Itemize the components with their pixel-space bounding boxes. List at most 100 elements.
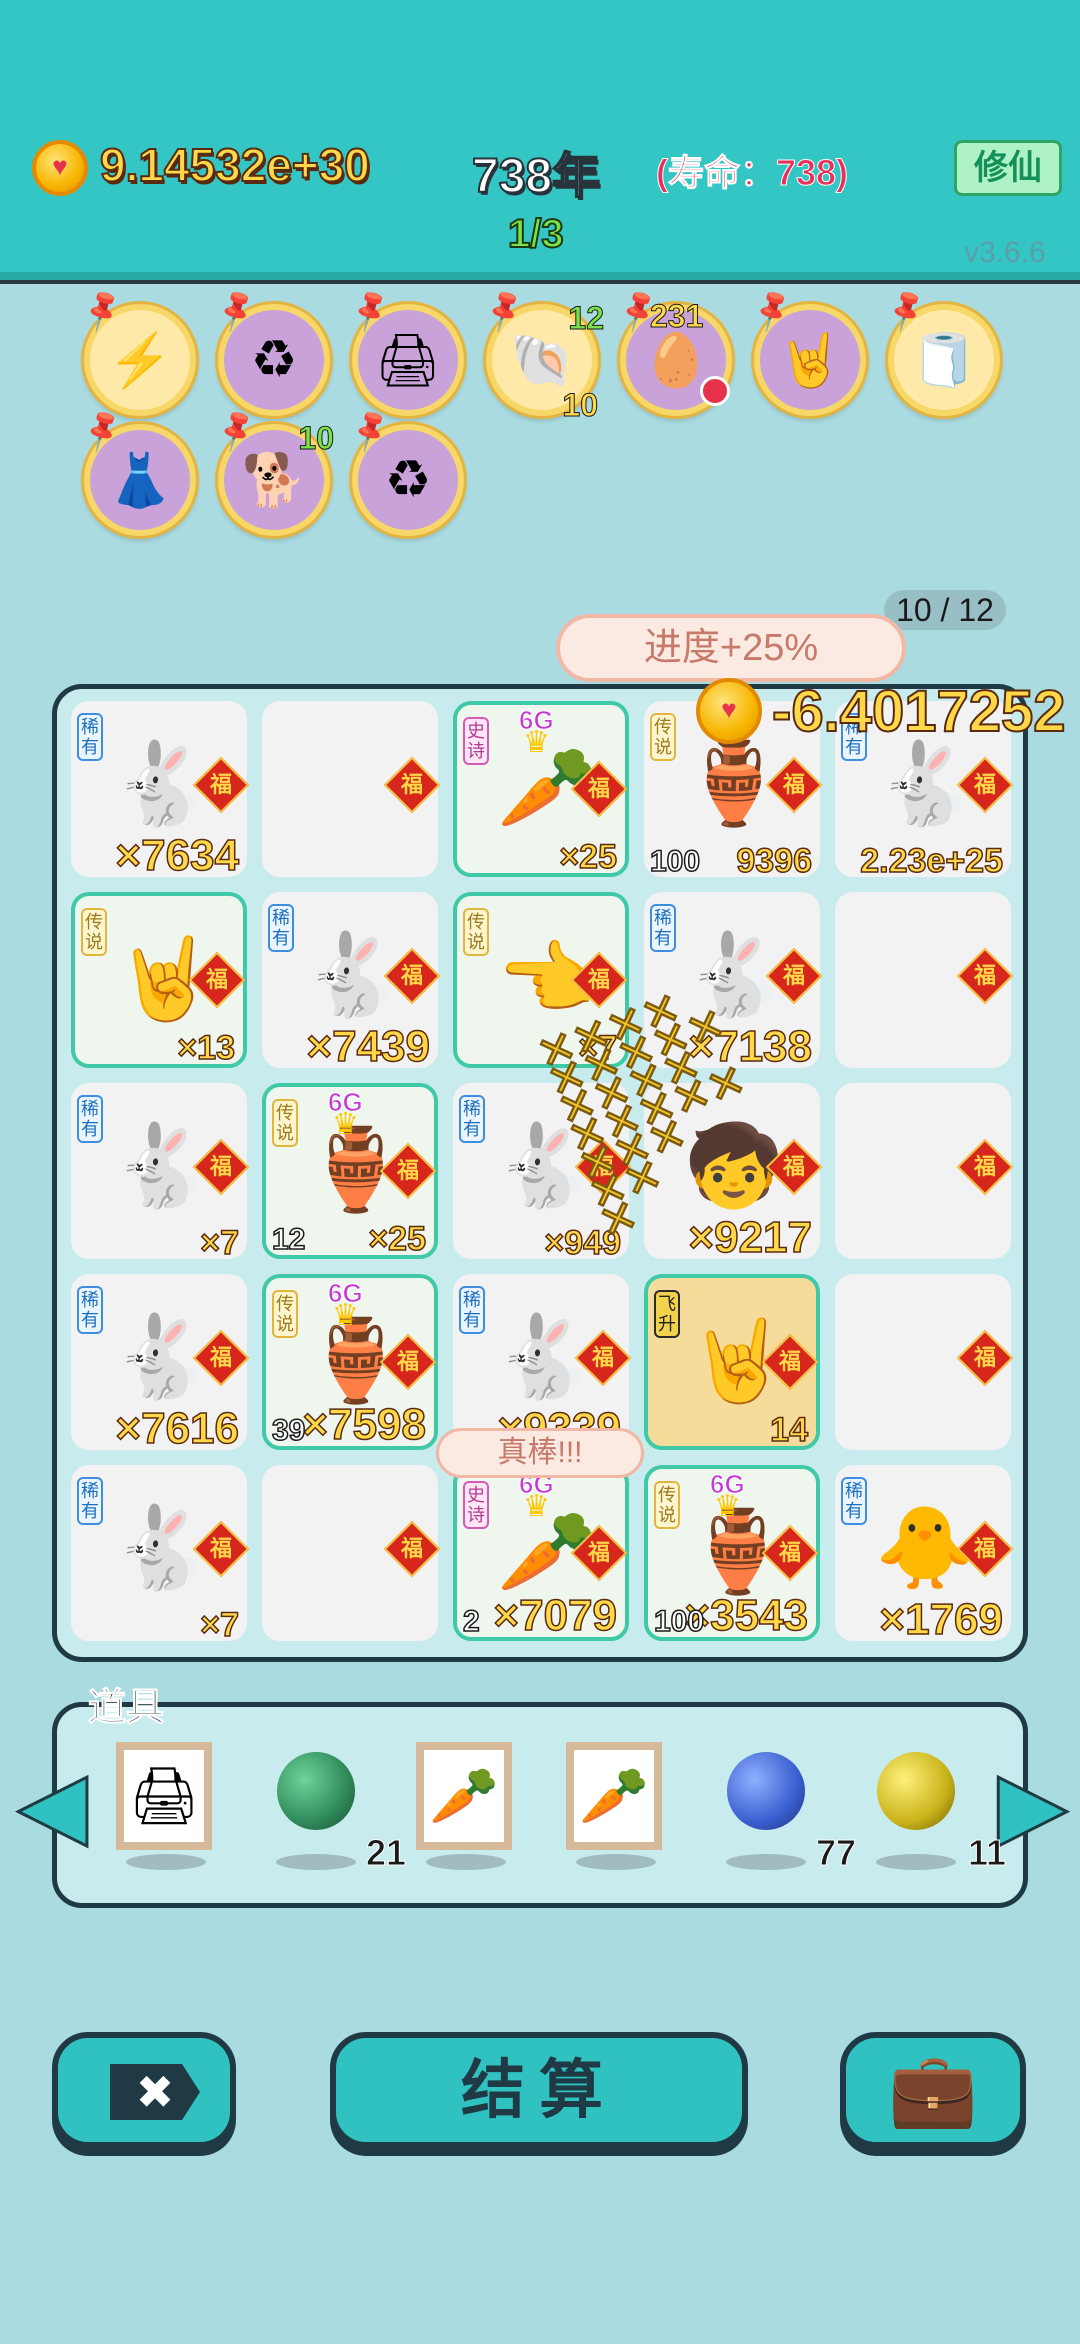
pin-icon: 📌 [748, 286, 798, 335]
board-cell[interactable]: 稀有 🐇 福 ×7 [71, 1465, 250, 1645]
printer-card-icon: 🖨 [116, 1742, 212, 1850]
pin-icon: 📌 [212, 286, 262, 335]
skill-shell[interactable]: 📌 🐚 12 10 [480, 287, 604, 424]
green-ball-icon [277, 1752, 355, 1830]
skill-egg-tray[interactable]: 📌 🥚 231 [614, 287, 732, 416]
prop-item[interactable]: 21 [266, 1742, 407, 1874]
cultivate-button[interactable]: 修仙 [954, 140, 1062, 196]
fortune-badge-label: 福 [973, 1536, 996, 1561]
board-cell[interactable]: 传说 🏺 6G ♛ 福 ×3543 100 [644, 1465, 820, 1641]
multiplier-label: ×7 [199, 1605, 239, 1645]
rarity-tag: 稀有 [77, 1286, 103, 1334]
skill-recycle[interactable]: 📌 ♻ [212, 287, 330, 416]
board-cell[interactable]: 稀有🐇福×9339 [453, 1274, 632, 1454]
fortune-badge-label: 福 [587, 776, 610, 801]
skill-count-bottom: 10 [562, 387, 599, 424]
board-cell[interactable]: 福 [835, 892, 1014, 1068]
fortune-badge-label: 福 [778, 1349, 801, 1374]
pin-icon: 📌 [882, 286, 932, 335]
prop-shadow [876, 1854, 956, 1870]
blue-ball-icon [727, 1752, 805, 1830]
fortune-badge-icon: 福 [383, 756, 441, 814]
carrot-card-icon: 🥕 [566, 1742, 662, 1850]
multiplier-label: ×7634 [115, 830, 240, 881]
fortune-badge-label: 福 [973, 1154, 996, 1179]
recycle-icon: ♻ [384, 451, 432, 509]
fortune-badge-label: 福 [973, 772, 996, 797]
bag-button[interactable]: 💼 [840, 2032, 1026, 2148]
rarity-tag: 传说 [81, 908, 107, 956]
multiplier-label: 9396 [736, 841, 813, 881]
rarity-tag: 稀有 [459, 1286, 485, 1334]
board-cell[interactable]: 稀有 🐥 福 ×1769 [835, 1465, 1014, 1645]
prop-item[interactable]: 🥕 [416, 1742, 516, 1870]
top-bar: 9.14532e+30 738年 (寿命：738) 修仙 1/3 v3.6.6 [0, 0, 1080, 284]
board-cell[interactable]: 稀有 🐇 福 ×7616 [71, 1274, 250, 1454]
props-prev-arrow-icon[interactable]: ◀ [17, 1759, 89, 1852]
board-cell[interactable]: 稀有 🐇 福 ×7634 [71, 701, 250, 881]
game-board: 稀有 🐇 福 ×7634 福史诗 🥕 6G ♛ 福 ×25 传说 🏺 福 9396 100 稀有 🐇 福 2.23e… [52, 684, 1028, 1662]
prop-item[interactable]: 77 [716, 1742, 857, 1874]
board-cell[interactable]: 史诗 🥕 6G ♛ 福 ×25 [453, 701, 629, 877]
prop-item[interactable]: 🖨 [116, 1742, 216, 1870]
prop-shadow [426, 1854, 506, 1870]
board-cell[interactable]: 稀有 🐇 福 ×7 [71, 1083, 250, 1263]
board-cell[interactable]: 史诗 🥕 6G ♛ 福 ×7079 2 [453, 1465, 629, 1641]
board-cell[interactable]: 传说 🤘 福 ×13 [71, 892, 247, 1068]
crown-icon: ♛ [523, 726, 550, 759]
skill-lightning[interactable]: 📌 ⚡ [78, 287, 196, 416]
board-cell[interactable]: 稀有 🐇 福 ×7439 [262, 892, 441, 1072]
board-cell[interactable]: 福 [835, 1083, 1014, 1259]
rarity-tag: 传说 [272, 1099, 298, 1147]
rarity-tag: 传说 [654, 1481, 680, 1529]
board-cell[interactable]: 福 [835, 1274, 1014, 1450]
board-cell[interactable]: 福 [262, 701, 441, 877]
close-button[interactable]: ✖ [52, 2032, 236, 2148]
board-cell[interactable]: 福 [262, 1465, 441, 1641]
skill-tissue-box[interactable]: 📌 🧻 [882, 287, 1000, 416]
multiplier-label: ×25 [368, 1219, 427, 1259]
board-cell[interactable]: 传说 🏺 6G ♛ 福 ×25 12 [262, 1083, 438, 1259]
prop-item[interactable]: 11 [866, 1742, 1007, 1874]
year-counter: 738年 [471, 149, 601, 204]
pin-icon: 📌 [212, 406, 262, 455]
lightning-icon: ⚡ [107, 331, 173, 390]
crown-icon: ♛ [714, 1490, 741, 1523]
fortune-badge-label: 福 [782, 772, 805, 797]
fortune-badge-label: 福 [782, 963, 805, 988]
pin-icon: 📌 [78, 406, 128, 455]
multiplier-label: ×7079 [493, 1590, 618, 1641]
multiplier-label: 14 [769, 1410, 808, 1450]
version-label: v3.6.6 [964, 236, 1046, 269]
rarity-tag: 传说 [272, 1290, 298, 1338]
board-cell[interactable]: 传说 🏺 6G ♛ 福 ×7598 39 [262, 1274, 438, 1450]
skill-recycle-2[interactable]: 📌 ♻ [346, 407, 464, 536]
settle-button[interactable]: 结算 [330, 2032, 748, 2148]
carrot-card-icon: 🥕 [416, 1742, 512, 1850]
skill-count-top: 10 [298, 420, 335, 457]
skill-rock-hand[interactable]: 📌 🤘 [748, 287, 866, 416]
level-label: 100 [649, 844, 701, 879]
rarity-tag: 稀有 [77, 1095, 103, 1143]
egg-tray-icon: 🥚 [643, 331, 709, 390]
skill-count-top: 231 [649, 298, 704, 335]
fortune-badge-icon: 福 [956, 1138, 1014, 1196]
fortune-badge-label: 福 [209, 1536, 232, 1561]
shell-icon: 🐚 [509, 331, 575, 390]
yellow-ball-icon [877, 1752, 955, 1830]
skill-printer[interactable]: 📌 🖨 [346, 287, 464, 416]
multiplier-label: ×1769 [879, 1594, 1004, 1645]
skill-dog[interactable]: 📌 🐕 10 [212, 407, 334, 536]
rarity-tag: 史诗 [463, 1481, 489, 1529]
fortune-badge-label: 福 [209, 772, 232, 797]
fortune-badge-label: 福 [205, 967, 228, 992]
prop-shadow [126, 1854, 206, 1870]
fortune-badge-label: 福 [400, 963, 423, 988]
pin-icon: 📌 [78, 286, 128, 335]
round-counter: 1/3 [507, 211, 565, 257]
recycle-icon: ♻ [250, 331, 298, 389]
briefcase-icon: 💼 [888, 2050, 978, 2130]
props-next-arrow-icon[interactable]: ▶ [997, 1759, 1069, 1852]
prop-item[interactable]: 🥕 [566, 1742, 666, 1870]
skill-skirt[interactable]: 📌 👗 [78, 407, 196, 536]
